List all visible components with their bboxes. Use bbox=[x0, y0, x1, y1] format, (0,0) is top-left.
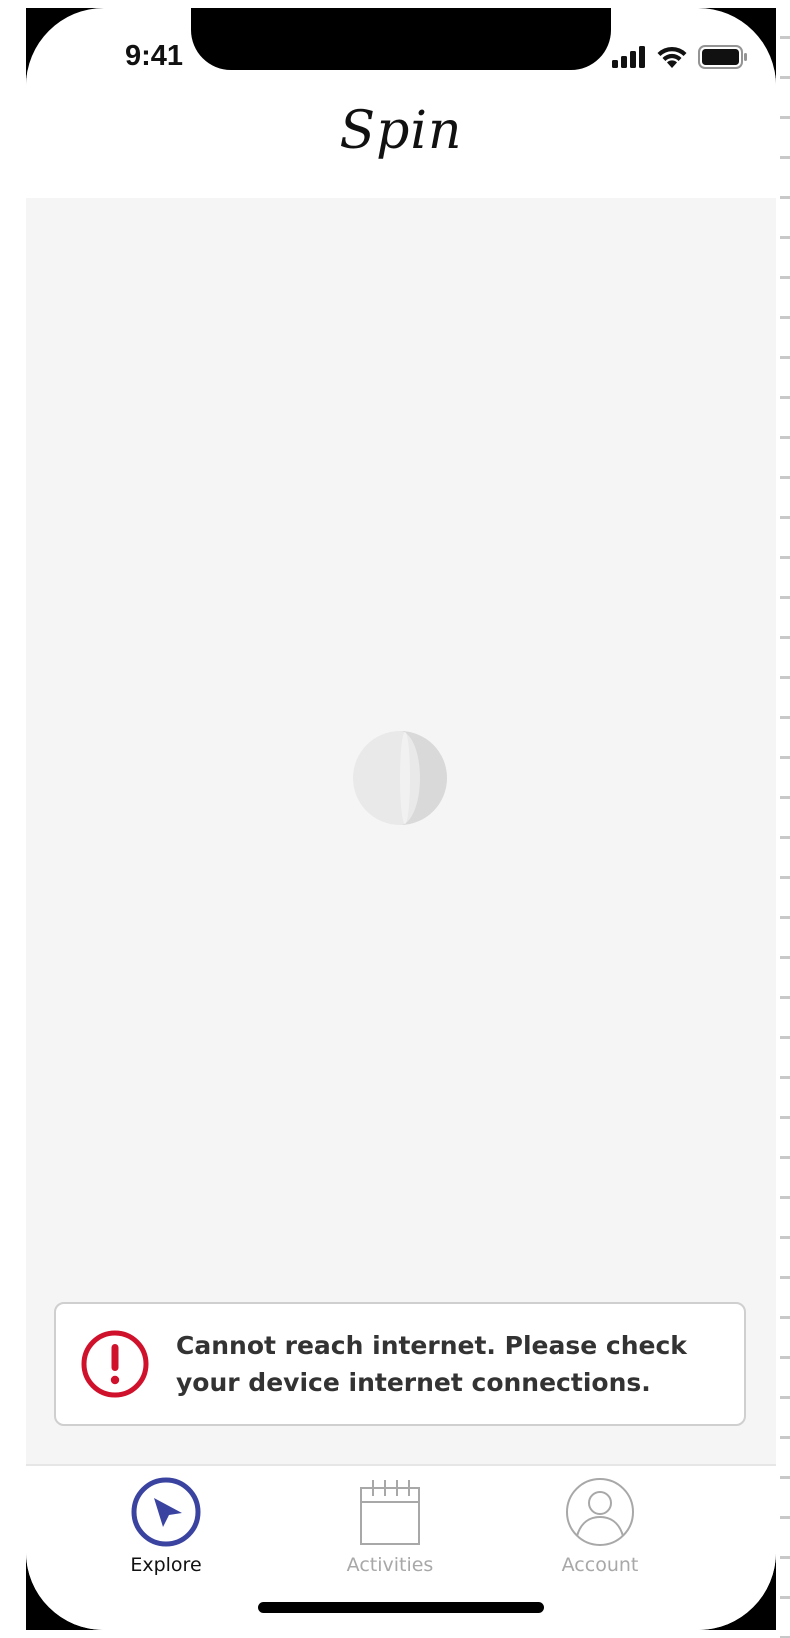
toast-message: Cannot reach internet. Please check your… bbox=[176, 1331, 687, 1397]
device-frame: 9:41 Spin Cannot reach internet. Please … bbox=[26, 8, 776, 1630]
home-indicator bbox=[258, 1602, 544, 1613]
wifi-icon bbox=[657, 46, 687, 68]
user-icon bbox=[566, 1478, 634, 1546]
tab-label-activities: Activities bbox=[346, 1554, 434, 1576]
tab-explore[interactable]: Explore bbox=[66, 1476, 266, 1586]
tab-label-explore: Explore bbox=[130, 1554, 202, 1576]
edge-ruler bbox=[780, 0, 790, 1638]
error-icon bbox=[81, 1330, 149, 1398]
battery-icon bbox=[698, 45, 747, 69]
notch bbox=[191, 8, 611, 70]
cellular-signal-icon bbox=[612, 46, 645, 68]
tab-label-account: Account bbox=[561, 1554, 639, 1576]
connection-error-toast: Cannot reach internet. Please check your… bbox=[54, 1302, 746, 1426]
tab-activities[interactable]: Activities bbox=[290, 1476, 490, 1586]
app-header: Spin bbox=[26, 70, 776, 198]
navigation-arrow-icon bbox=[131, 1477, 201, 1547]
loading-spinner-icon bbox=[353, 731, 447, 825]
status-time: 9:41 bbox=[124, 40, 184, 72]
main-content: Cannot reach internet. Please check your… bbox=[26, 198, 776, 1464]
calendar-icon bbox=[360, 1480, 420, 1545]
tab-account[interactable]: Account bbox=[500, 1476, 700, 1586]
status-icons bbox=[612, 44, 748, 70]
spin-logo: Spin bbox=[339, 101, 463, 161]
phone-screen: 9:41 Spin Cannot reach internet. Please … bbox=[26, 8, 776, 1630]
